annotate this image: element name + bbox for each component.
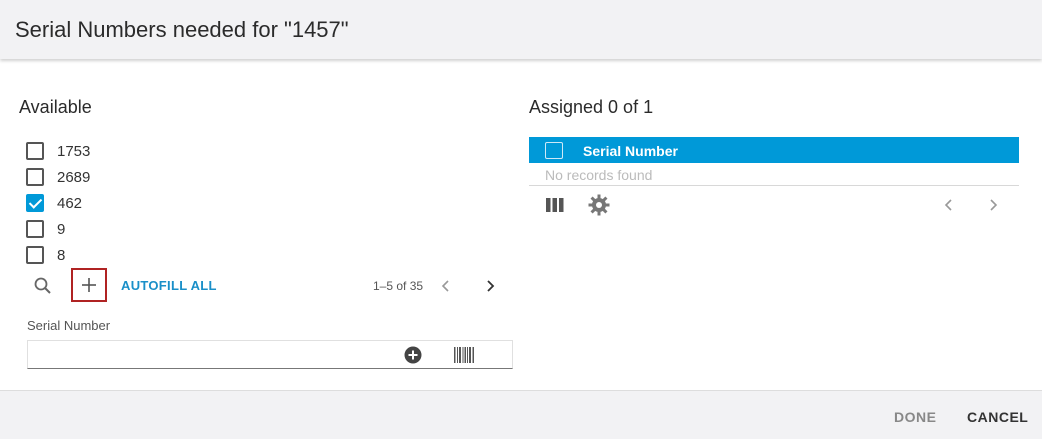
list-item[interactable]: 2689 [26,164,90,190]
available-toolbar: AUTOFILL ALL 1–5 of 35 [26,268,512,304]
checkbox-checked[interactable] [26,194,44,212]
checkbox[interactable] [26,142,44,160]
available-list: 1753 2689 462 9 8 [26,138,90,268]
list-item[interactable]: 462 [26,190,90,216]
done-button[interactable]: DONE [894,409,936,425]
checkbox[interactable] [26,246,44,264]
plus-icon [82,278,96,292]
list-item-label: 8 [57,246,66,264]
list-item-label: 462 [57,194,83,212]
assigned-title: Assigned 0 of 1 [529,97,654,117]
divider [529,185,1019,186]
serial-number-field [27,340,513,369]
empty-message: No records found [545,167,653,183]
dialog-footer: DONE CANCEL [0,390,1042,439]
list-item-label: 1753 [57,142,91,160]
search-icon[interactable] [32,275,54,297]
add-button[interactable] [71,268,107,302]
assigned-grid-header: Serial Number [529,137,1019,163]
list-item-label: 2689 [57,168,91,186]
checkbox[interactable] [26,220,44,238]
dialog-header: Serial Numbers needed for "1457" [0,0,1042,59]
columns-icon[interactable] [546,197,564,213]
cancel-button[interactable]: CANCEL [967,409,1028,425]
barcode-icon[interactable] [454,347,474,363]
autofill-all-button[interactable]: AUTOFILL ALL [121,278,217,293]
gear-icon[interactable] [588,194,610,216]
dialog-title: Serial Numbers needed for "1457" [15,17,349,42]
list-item[interactable]: 1753 [26,138,90,164]
chevron-right-icon[interactable] [985,197,1001,213]
chevron-right-icon[interactable] [480,276,500,296]
pager-text: 1–5 of 35 [373,279,424,293]
chevron-left-icon[interactable] [436,276,456,296]
list-item[interactable]: 8 [26,242,90,268]
chevron-left-icon[interactable] [941,197,957,213]
serial-number-input[interactable] [34,341,394,367]
list-item[interactable]: 9 [26,216,90,242]
serial-number-label: Serial Number [27,318,111,333]
add-circle-icon[interactable] [404,346,422,364]
list-item-label: 9 [57,220,66,238]
column-header-serial-number[interactable]: Serial Number [583,143,678,159]
available-title: Available [19,97,92,117]
checkbox[interactable] [26,168,44,186]
select-all-checkbox[interactable] [545,142,563,159]
